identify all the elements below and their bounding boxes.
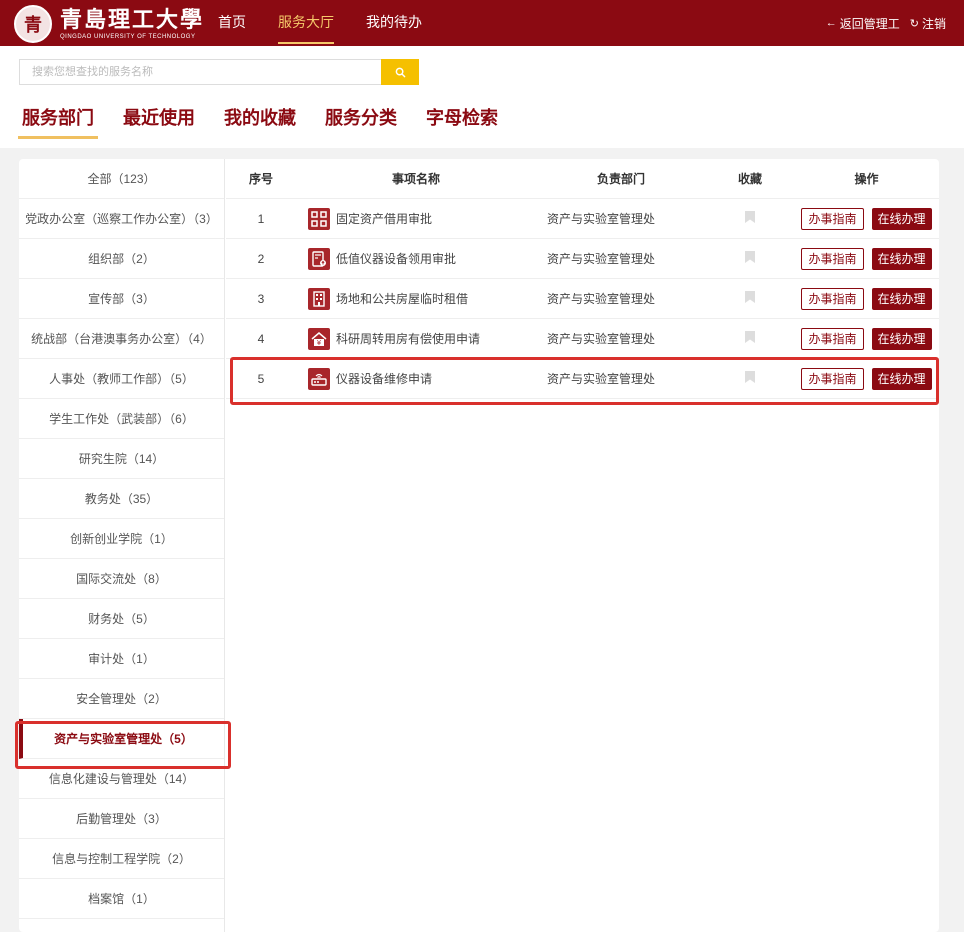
qr-grid-icon	[308, 207, 330, 230]
online-apply-button[interactable]: 在线办理	[871, 247, 932, 270]
dept-item-publicity[interactable]: 宣传部（3）	[19, 279, 224, 319]
dept-item-organization[interactable]: 组织部（2）	[19, 239, 224, 279]
bookmark-icon[interactable]	[744, 290, 756, 307]
top-bar: 青 青島理工大學 QINGDAO UNIVERSITY OF TECHNOLOG…	[0, 0, 964, 46]
search-button[interactable]	[381, 59, 419, 85]
house-yuan-icon: ¥	[308, 327, 330, 350]
guide-button[interactable]: 办事指南	[801, 367, 864, 390]
row-dept: 资产与实验室管理处	[547, 212, 656, 226]
arrow-left-icon: ←	[825, 17, 837, 29]
table-row: 5 仪器设备维修申请 资产与实验室管理处 办事指南 在线办理	[226, 359, 939, 399]
router-icon	[308, 367, 330, 390]
service-name-link[interactable]: 低值仪器设备领用审批	[336, 250, 456, 267]
guide-button[interactable]: 办事指南	[801, 207, 864, 230]
service-search	[19, 59, 419, 85]
table-row: 4 ¥ 科研周转用房有偿使用申请 资产与实验室管理处 办事指南 在线办理	[226, 319, 939, 359]
university-logo[interactable]: 青 青島理工大學 QINGDAO UNIVERSITY OF TECHNOLOG…	[14, 5, 204, 43]
logo-en-text: QINGDAO UNIVERSITY OF TECHNOLOGY	[60, 33, 196, 40]
nav-my-todo[interactable]: 我的待办	[356, 0, 432, 46]
row-dept: 资产与实验室管理处	[547, 372, 656, 386]
service-name-link[interactable]: 场地和公共房屋临时租借	[336, 290, 468, 307]
table-row: 1 固定资产借用审批 资产与实验室管理处 办事指南 在线办理	[226, 199, 939, 239]
table-row: 3 场地和公共房屋临时租借 资产与实验室管理处 办事指南 在线办理	[226, 279, 939, 319]
dept-item-info-control[interactable]: 信息与控制工程学院（2）	[19, 839, 224, 879]
bookmark-icon[interactable]	[744, 370, 756, 387]
online-apply-button[interactable]: 在线办理	[871, 287, 932, 310]
col-header-op: 操作	[854, 172, 879, 186]
dept-item-finance[interactable]: 财务处（5）	[19, 599, 224, 639]
col-header-dept: 负责部门	[596, 172, 645, 186]
row-no: 3	[257, 291, 265, 306]
back-to-admin-link[interactable]: ← 返回管理工	[826, 15, 900, 32]
row-no: 4	[257, 331, 265, 346]
department-list: 全部（123） 党政办公室（巡察工作办公室）（3） 组织部（2） 宣传部（3） …	[19, 159, 225, 932]
university-seal-icon: 青	[14, 5, 52, 43]
row-dept: 资产与实验室管理处	[547, 292, 656, 306]
building-icon	[308, 287, 330, 310]
logout-link[interactable]: ↻ 注销	[910, 15, 946, 32]
svg-text:¥: ¥	[317, 339, 322, 347]
service-name-link[interactable]: 科研周转用房有偿使用申请	[336, 330, 480, 347]
dept-item-innovation[interactable]: 创新创业学院（1）	[19, 519, 224, 559]
dept-item-assets-lab[interactable]: 资产与实验室管理处（5）	[19, 719, 224, 759]
dept-item-academic-affairs[interactable]: 教务处（35）	[19, 479, 224, 519]
dept-item-all[interactable]: 全部（123）	[19, 159, 224, 199]
col-header-name: 事项名称	[391, 172, 440, 186]
online-apply-button[interactable]: 在线办理	[871, 367, 932, 390]
guide-button[interactable]: 办事指南	[801, 287, 864, 310]
dept-item-it-construction[interactable]: 信息化建设与管理处（14）	[19, 759, 224, 799]
tab-favorites[interactable]: 我的收藏	[220, 102, 300, 139]
tab-recent[interactable]: 最近使用	[119, 102, 199, 139]
guide-button[interactable]: 办事指南	[801, 247, 864, 270]
service-name-link[interactable]: 仪器设备维修申请	[336, 370, 432, 387]
bookmark-icon[interactable]	[744, 250, 756, 267]
dept-item-student-affairs[interactable]: 学生工作处（武装部）（6）	[19, 399, 224, 439]
col-header-no: 序号	[248, 172, 273, 186]
nav-service-hall[interactable]: 服务大厅	[268, 0, 344, 46]
bookmark-icon[interactable]	[744, 210, 756, 227]
row-no: 5	[257, 371, 265, 386]
table-row: 2 低值仪器设备领用审批 资产与实验室管理处 办事指南 在线办理	[226, 239, 939, 279]
calculator-icon	[308, 247, 330, 270]
dept-item-united-front[interactable]: 统战部（台港澳事务办公室）（4）	[19, 319, 224, 359]
logo-cn-text: 青島理工大學	[60, 6, 205, 33]
dept-item-logistics[interactable]: 后勤管理处（3）	[19, 799, 224, 839]
service-name-link[interactable]: 固定资产借用审批	[336, 210, 432, 227]
row-dept: 资产与实验室管理处	[547, 252, 656, 266]
row-dept: 资产与实验室管理处	[547, 332, 656, 346]
bookmark-icon[interactable]	[744, 330, 756, 347]
guide-button[interactable]: 办事指南	[801, 327, 864, 350]
category-tabs: 服务部门 最近使用 我的收藏 服务分类 字母检索	[18, 102, 523, 139]
search-icon	[395, 67, 405, 77]
power-icon: ↻	[909, 17, 919, 30]
nav-home[interactable]: 首页	[208, 0, 256, 46]
dept-item-international[interactable]: 国际交流处（8）	[19, 559, 224, 599]
services-table: 序号 事项名称 负责部门 收藏 操作 1 固定资产借用审批 资产与实验室管理处 …	[226, 159, 939, 399]
dept-item-party-office[interactable]: 党政办公室（巡察工作办公室）（3）	[19, 199, 224, 239]
tab-departments[interactable]: 服务部门	[18, 102, 98, 139]
online-apply-button[interactable]: 在线办理	[871, 207, 932, 230]
main-nav: 首页 服务大厅 我的待办	[208, 0, 444, 46]
col-header-fav: 收藏	[737, 172, 762, 186]
tab-categories[interactable]: 服务分类	[321, 102, 401, 139]
dept-item-personnel[interactable]: 人事处（教师工作部）（5）	[19, 359, 224, 399]
search-input[interactable]	[19, 59, 381, 85]
online-apply-button[interactable]: 在线办理	[871, 327, 932, 350]
dept-item-audit[interactable]: 审计处（1）	[19, 639, 224, 679]
table-header: 序号 事项名称 负责部门 收藏 操作	[226, 159, 939, 199]
dept-item-security[interactable]: 安全管理处（2）	[19, 679, 224, 719]
tab-alphabet[interactable]: 字母检索	[422, 102, 502, 139]
row-no: 2	[257, 251, 265, 266]
dept-item-graduate-school[interactable]: 研究生院（14）	[19, 439, 224, 479]
dept-item-archives[interactable]: 档案馆（1）	[19, 879, 224, 919]
row-no: 1	[257, 211, 265, 226]
